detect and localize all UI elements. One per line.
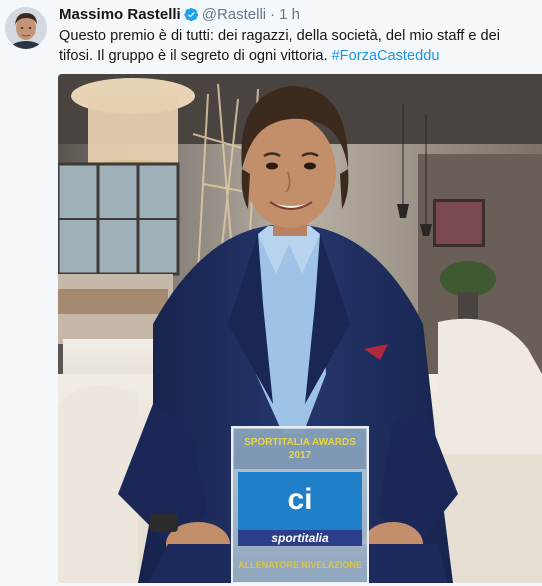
trophy-brand: sportitalia bbox=[271, 531, 329, 545]
tweet-text: Questo premio è di tutti: dei ragazzi, d… bbox=[59, 26, 535, 66]
trophy-logo-mark: ci bbox=[287, 483, 312, 516]
verified-badge-icon bbox=[184, 7, 199, 28]
author-name[interactable]: Massimo Rastelli bbox=[59, 6, 181, 23]
tweet-header: Massimo Rastelli @Rastelli · 1 h bbox=[59, 5, 300, 25]
trophy-line1: SPORTITALIA AWARDS bbox=[244, 437, 356, 448]
hashtag-link[interactable]: #ForzaCasteddu bbox=[332, 48, 440, 64]
trophy-footer: ALLENATORE RIVELAZIONE bbox=[238, 560, 362, 570]
meta-separator: · bbox=[270, 6, 276, 23]
tweet-timestamp[interactable]: 1 h bbox=[279, 6, 300, 23]
author-handle[interactable]: @Rastelli bbox=[202, 6, 266, 23]
trophy: SPORTITALIA AWARDS 2017 ci sportitalia A… bbox=[231, 426, 369, 583]
tweet-photo[interactable]: SPORTITALIA AWARDS 2017 ci sportitalia A… bbox=[58, 74, 542, 583]
trophy-line2: 2017 bbox=[289, 450, 312, 461]
avatar[interactable] bbox=[5, 7, 47, 49]
tweet: Massimo Rastelli @Rastelli · 1 h Questo pre… bbox=[0, 0, 542, 586]
